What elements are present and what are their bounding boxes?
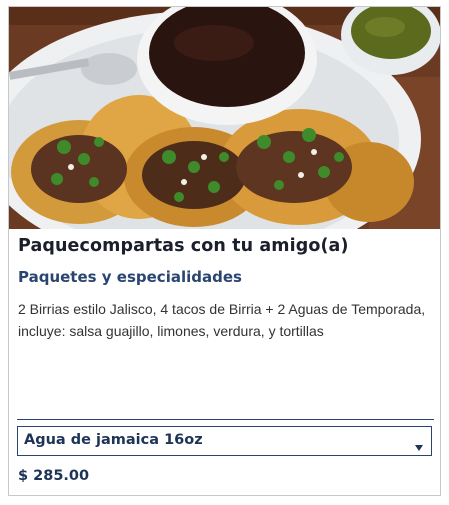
product-title: Paquecompartas con tu amigo(a) — [18, 236, 349, 256]
divider — [17, 419, 434, 420]
chevron-down-icon — [415, 438, 423, 456]
option-select-value: Agua de jamaica 16oz — [24, 432, 203, 448]
product-image — [9, 7, 440, 229]
product-price: $ 285.00 — [18, 468, 90, 484]
product-description: 2 Birrias estilo Jalisco, 4 tacos de Bir… — [18, 301, 426, 339]
product-category: Paquetes y especialidades — [18, 268, 242, 286]
product-card[interactable]: Paquecompartas con tu amigo(a) Paquetes … — [8, 6, 441, 496]
option-select[interactable]: Agua de jamaica 16oz — [17, 426, 432, 456]
